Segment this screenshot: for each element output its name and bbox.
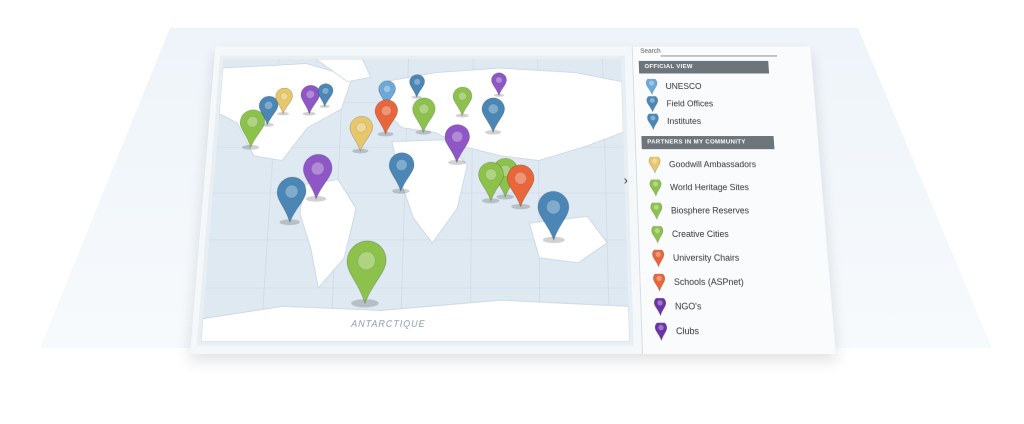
map-pin-icon [650, 226, 664, 244]
world-map[interactable] [201, 59, 630, 341]
legend-label: World Heritage Sites [670, 182, 749, 192]
official-item-field-offices[interactable]: Field Offices [646, 96, 647, 113]
legend-label: UNESCO [665, 82, 701, 91]
legend-label: Creative Cities [672, 229, 729, 239]
partner-item-biosphere-reserves[interactable]: Biosphere Reserves [649, 203, 650, 221]
partners-header: PARTNERS IN MY COMMUNITY [641, 136, 774, 149]
official-item-unesco[interactable]: UNESCO [645, 79, 646, 95]
partner-item-goodwill-ambassadors[interactable]: Goodwill Ambassadors [648, 157, 649, 174]
legend-label: Institutes [667, 116, 701, 125]
partner-item-university-chairs[interactable]: University Chairs [651, 250, 652, 268]
official-item-institutes[interactable]: Institutes [646, 114, 647, 131]
map-pin-icon [648, 157, 662, 174]
legend-label: University Chairs [673, 253, 740, 263]
map-pin-icon [653, 298, 668, 316]
legend-label: NGO's [675, 301, 702, 311]
search-input[interactable] [660, 48, 777, 56]
map-panel[interactable]: ANTARCTIQUE [197, 56, 634, 346]
map-pin-icon [646, 96, 660, 113]
sidebar: Search OFFICIAL VIEW UNESCO Field Offices… [632, 47, 835, 354]
map-pin-university-chairs[interactable] [374, 100, 398, 137]
partner-item-schools-aspnet[interactable]: Schools (ASPnet) [652, 274, 653, 292]
partner-item-ngo-s[interactable]: NGO's [653, 298, 654, 316]
map-pin-schools-aspnet[interactable] [507, 165, 534, 209]
ocean-label: ANTARCTIQUE [351, 319, 426, 329]
map-pin-icon [645, 79, 659, 95]
official-view-header: OFFICIAL VIEW [639, 61, 769, 74]
land-australia [529, 216, 607, 262]
collapse-sidebar-button[interactable]: › [619, 172, 633, 189]
map-pin-icon [649, 203, 663, 221]
map-pin-biosphere-reserves[interactable] [345, 241, 387, 307]
map-pin-goodwill-ambassadors[interactable] [349, 116, 373, 153]
legend-label: Field Offices [666, 99, 713, 108]
search-label: Search [640, 48, 661, 54]
partner-item-clubs[interactable]: Clubs [654, 323, 655, 342]
map-pin-icon [646, 114, 660, 131]
map-pin-icon [649, 180, 663, 197]
legend-label: Schools (ASPnet) [674, 277, 744, 287]
partner-item-world-heritage-sites[interactable]: World Heritage Sites [649, 180, 650, 197]
map-pin-icon [652, 274, 666, 292]
partner-item-creative-cities[interactable]: Creative Cities [650, 226, 651, 244]
app-window: ANTARCTIQUE › Search OFFICIAL VIEW UNESC… [190, 47, 836, 354]
map-pin-icon [654, 323, 669, 342]
stage: ANTARCTIQUE › Search OFFICIAL VIEW UNESC… [0, 0, 1024, 424]
map-pin-icon [651, 250, 665, 268]
legend-label: Clubs [676, 326, 699, 336]
legend-label: Biosphere Reserves [671, 206, 750, 216]
legend-label: Goodwill Ambassadors [669, 160, 757, 169]
